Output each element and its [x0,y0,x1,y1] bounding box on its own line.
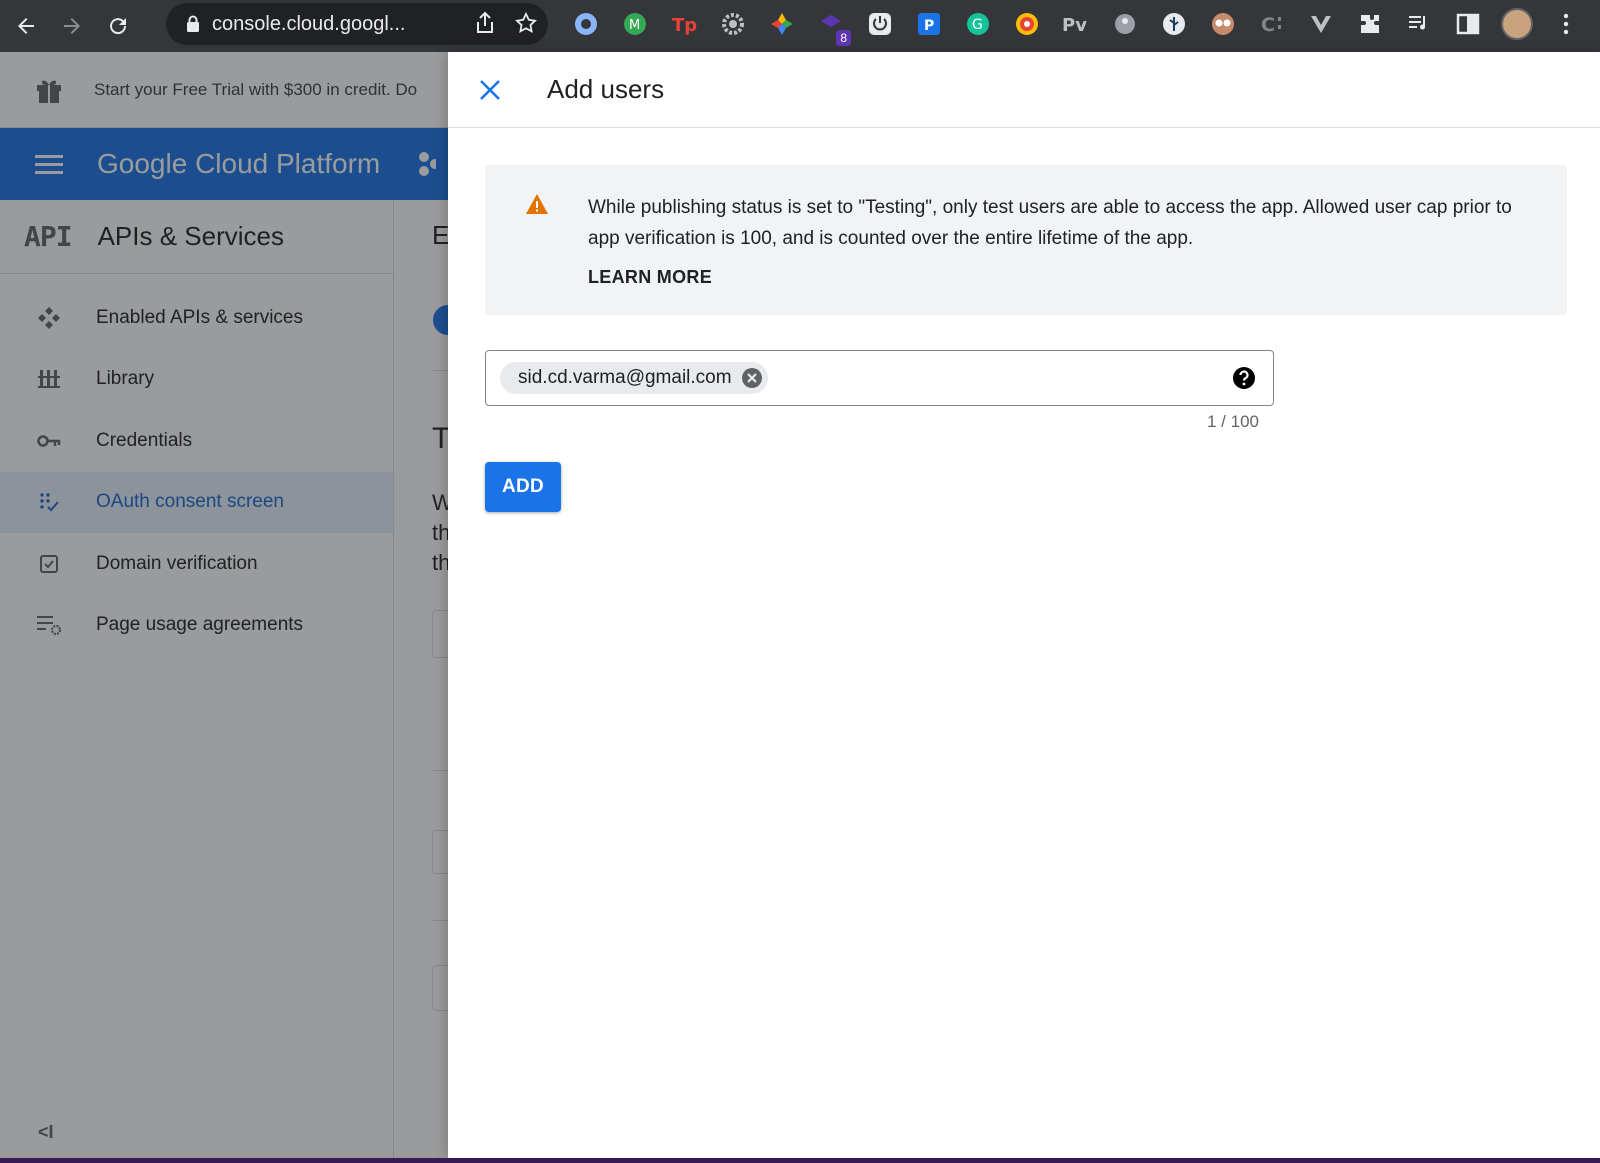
ext-pv-icon[interactable]: Pv [1058,6,1094,42]
ext-c-icon[interactable]: C [1254,6,1290,42]
add-users-drawer: Add users While publishing status is set… [448,52,1600,1158]
remove-chip-button[interactable] [740,366,764,390]
lock-icon [187,15,199,32]
ext-tp-icon[interactable]: Tp [666,6,702,42]
learn-more-link[interactable]: LEARN MORE [588,267,712,288]
ext-owl-icon[interactable] [1205,6,1241,42]
drawer-header: Add users [448,52,1600,128]
extensions-puzzle-icon[interactable] [1352,6,1388,42]
ext-badge-icon[interactable]: 8 [813,6,851,46]
reload-button[interactable] [98,6,138,46]
browser-toolbar: console.cloud.googl... M Tp 8 P G Pv C [0,0,1600,52]
url-text: console.cloud.googl... [212,12,406,35]
ext-grammarly-icon[interactable]: G [960,6,996,42]
email-chip: sid.cd.varma@gmail.com [500,362,768,394]
user-counter: 1 / 100 [1207,412,1259,431]
svg-text:C: C [1261,14,1275,36]
ext-circle-icon[interactable] [568,6,604,42]
chip-text: sid.cd.varma@gmail.com [518,367,732,388]
ext-m-icon[interactable]: M [617,6,653,42]
warning-icon [526,194,548,214]
side-panel-icon[interactable] [1450,6,1486,42]
svg-text:Pv: Pv [1062,15,1087,36]
forward-button[interactable] [52,6,92,46]
media-queue-icon[interactable] [1401,6,1437,42]
arrow-left-icon [18,18,34,34]
svg-text:Tp: Tp [672,15,697,36]
extension-badge: 8 [836,30,851,46]
ext-v-icon[interactable] [1303,6,1339,42]
ext-power-icon[interactable] [862,6,898,42]
ext-eye-icon[interactable] [1009,6,1045,42]
profile-avatar[interactable] [1499,6,1535,42]
notice-text: While publishing status is set to "Testi… [588,197,1512,249]
star-icon[interactable] [514,11,538,35]
reload-icon [110,18,127,35]
address-bar[interactable]: console.cloud.googl... [166,3,548,45]
ext-leaf-icon[interactable] [1156,6,1192,42]
drawer-title: Add users [547,74,665,104]
ext-gear-icon[interactable] [715,6,751,42]
svg-text:M: M [629,18,640,33]
share-icon[interactable] [474,11,496,35]
add-button[interactable]: ADD [485,462,561,512]
close-icon [480,80,500,100]
more-vert-icon[interactable] [1548,6,1584,42]
desktop-strip [0,1158,1600,1163]
ext-dot-icon[interactable] [1107,6,1143,42]
svg-text:G: G [972,17,983,33]
svg-text:P: P [924,18,934,34]
help-icon[interactable] [1231,365,1257,391]
back-button[interactable] [6,6,46,46]
ext-p-icon[interactable]: P [911,6,947,42]
ext-color-icon[interactable] [764,6,800,42]
close-button[interactable] [470,70,510,110]
email-input[interactable] [775,358,1231,398]
arrow-right-icon [64,18,80,34]
cancel-circle-icon [741,368,762,388]
testing-notice: While publishing status is set to "Testi… [485,165,1567,315]
user-email-field[interactable]: sid.cd.varma@gmail.com [485,350,1274,406]
